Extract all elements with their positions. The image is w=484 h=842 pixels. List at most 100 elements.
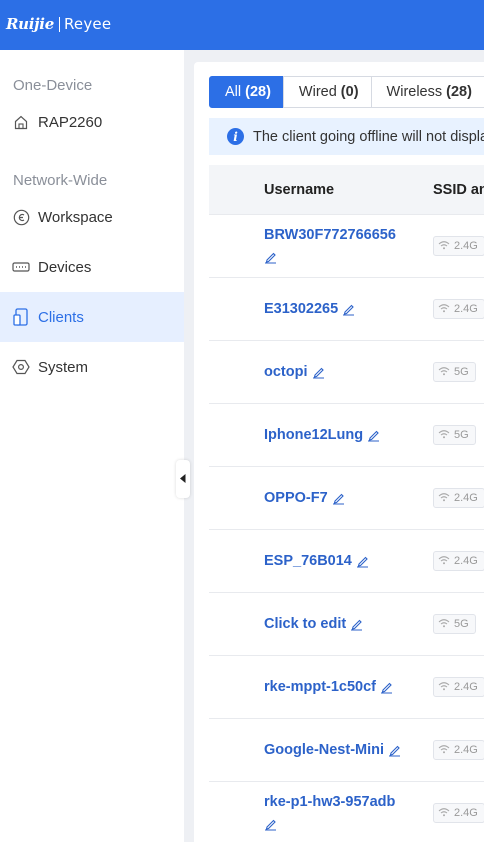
band-label: 2.4G (454, 303, 478, 315)
wifi-icon (438, 555, 454, 568)
band-label: 2.4G (454, 492, 478, 504)
client-filter-tabs: All (28) Wired (0) Wireless (28) (209, 76, 484, 108)
sidebar-collapse-button[interactable] (176, 460, 190, 498)
edit-pen-icon[interactable] (380, 679, 394, 694)
band-badge: 2.4G (433, 551, 484, 571)
edit-pen-icon[interactable] (356, 553, 370, 568)
table-row: OPPO-F7 2.4G (209, 467, 484, 530)
client-username: octopi (264, 364, 308, 380)
wifi-icon (438, 744, 454, 757)
band-label: 2.4G (454, 240, 478, 252)
client-username: BRW30F772766656 (264, 227, 396, 243)
client-username: rke-p1-hw3-957adb (264, 794, 396, 810)
table-row: ESP_76B014 2.4G (209, 530, 484, 593)
top-bar: Ruijie Reyee (0, 0, 484, 50)
chevron-left-icon (180, 470, 186, 488)
band-badge: 2.4G (433, 236, 484, 256)
band-label: 2.4G (454, 744, 478, 756)
client-username-link[interactable]: ESP_76B014 (264, 550, 434, 572)
client-username-link[interactable]: E31302265 (264, 298, 434, 320)
tab-label: Wireless (386, 84, 443, 100)
client-username-link[interactable]: octopi (264, 361, 434, 383)
edit-pen-icon[interactable] (264, 816, 278, 831)
edit-pen-icon[interactable] (388, 742, 402, 757)
wifi-icon (438, 681, 454, 694)
wifi-icon (438, 366, 454, 379)
sidebar-item-label: Workspace (38, 208, 113, 226)
edit-pen-icon[interactable] (264, 249, 278, 264)
client-username-link[interactable]: Click to edit (264, 613, 434, 635)
edit-pen-icon[interactable] (342, 301, 356, 316)
clients-icon (12, 308, 30, 326)
column-header-username[interactable]: Username (264, 182, 334, 198)
clients-panel: All (28) Wired (0) Wireless (28) i The clie… (194, 62, 484, 842)
client-username-link[interactable]: rke-mppt-1c50cf (264, 676, 434, 698)
column-header-ssid[interactable]: SSID and Band (433, 182, 484, 198)
tab-label: All (225, 84, 242, 100)
notice-text: The client going offline will not displa… (253, 128, 484, 145)
tab-all[interactable]: All (28) (209, 76, 284, 108)
tab-wireless[interactable]: Wireless (28) (370, 76, 484, 108)
tab-label: Wired (298, 84, 337, 100)
tab-count: (0) (340, 84, 359, 100)
table-row: rke-p1-hw3-957adb 2.4G (209, 782, 484, 842)
tab-count: (28) (446, 84, 472, 100)
sidebar-item-label: Clients (38, 308, 84, 326)
brand-reyee: Reyee (63, 15, 112, 33)
sidebar-item-label: System (38, 358, 89, 376)
client-username-link[interactable]: OPPO-F7 (264, 487, 434, 509)
client-username: ESP_76B014 (264, 553, 352, 569)
sidebar-item-system[interactable]: System (0, 342, 184, 392)
wifi-icon (438, 429, 454, 442)
brand-ruijie: Ruijie (6, 15, 54, 33)
wifi-icon (438, 240, 454, 253)
band-badge: 2.4G (433, 740, 484, 760)
band-badge: 5G (433, 362, 476, 382)
sidebar-item-device[interactable]: RAP2260 (0, 97, 184, 147)
band-label: 5G (454, 366, 469, 378)
client-username-link[interactable]: rke-p1-hw3-957adb (264, 791, 434, 835)
table-row: E31302265 2.4G (209, 278, 484, 341)
client-username: rke-mppt-1c50cf (264, 679, 377, 695)
band-badge: 5G (433, 614, 476, 634)
table-row: rke-mppt-1c50cf 2.4G (209, 656, 484, 719)
edit-pen-icon[interactable] (312, 364, 326, 379)
band-label: 2.4G (454, 807, 478, 819)
edit-pen-icon[interactable] (350, 616, 364, 631)
tab-wired[interactable]: Wired (0) (282, 76, 372, 108)
sidebar-item-workspace[interactable]: Workspace (0, 192, 184, 242)
client-username: Google-Nest-Mini (264, 742, 385, 758)
sidebar-item-label: Devices (38, 258, 92, 276)
brand-separator (58, 16, 60, 32)
table-row: Click to edit 5G (209, 593, 484, 656)
client-username: Click to edit (264, 616, 347, 632)
one-device-title: One-Device (13, 77, 93, 94)
devices-icon (12, 258, 30, 276)
info-icon: i (227, 128, 244, 145)
band-badge: 2.4G (433, 803, 484, 823)
band-badge: 2.4G (433, 299, 484, 319)
edit-pen-icon[interactable] (367, 427, 381, 442)
wifi-icon (438, 618, 454, 631)
network-wide-title: Network-Wide (13, 172, 108, 189)
system-icon (12, 358, 30, 376)
wifi-icon (438, 492, 454, 505)
client-username: E31302265 (264, 301, 339, 317)
band-label: 5G (454, 429, 469, 441)
sidebar-item-clients[interactable]: Clients (0, 292, 184, 342)
client-username-link[interactable]: Iphone12Lung (264, 424, 434, 446)
sidebar-item-label: RAP2260 (38, 113, 103, 131)
table-header: Username SSID and Band (209, 165, 484, 215)
table-row: BRW30F772766656 2.4G (209, 215, 484, 278)
edit-pen-icon[interactable] (332, 490, 346, 505)
brand-logo[interactable]: Ruijie Reyee (6, 13, 111, 35)
table-row: Iphone12Lung 5G (209, 404, 484, 467)
offline-notice: i The client going offline will not disp… (209, 118, 484, 155)
sidebar-item-devices[interactable]: Devices (0, 242, 184, 292)
client-username-link[interactable]: Google-Nest-Mini (264, 739, 434, 761)
wifi-icon (438, 303, 454, 316)
client-username-link[interactable]: BRW30F772766656 (264, 224, 434, 268)
band-label: 2.4G (454, 555, 478, 567)
client-username: OPPO-F7 (264, 490, 328, 506)
band-badge: 5G (433, 425, 476, 445)
